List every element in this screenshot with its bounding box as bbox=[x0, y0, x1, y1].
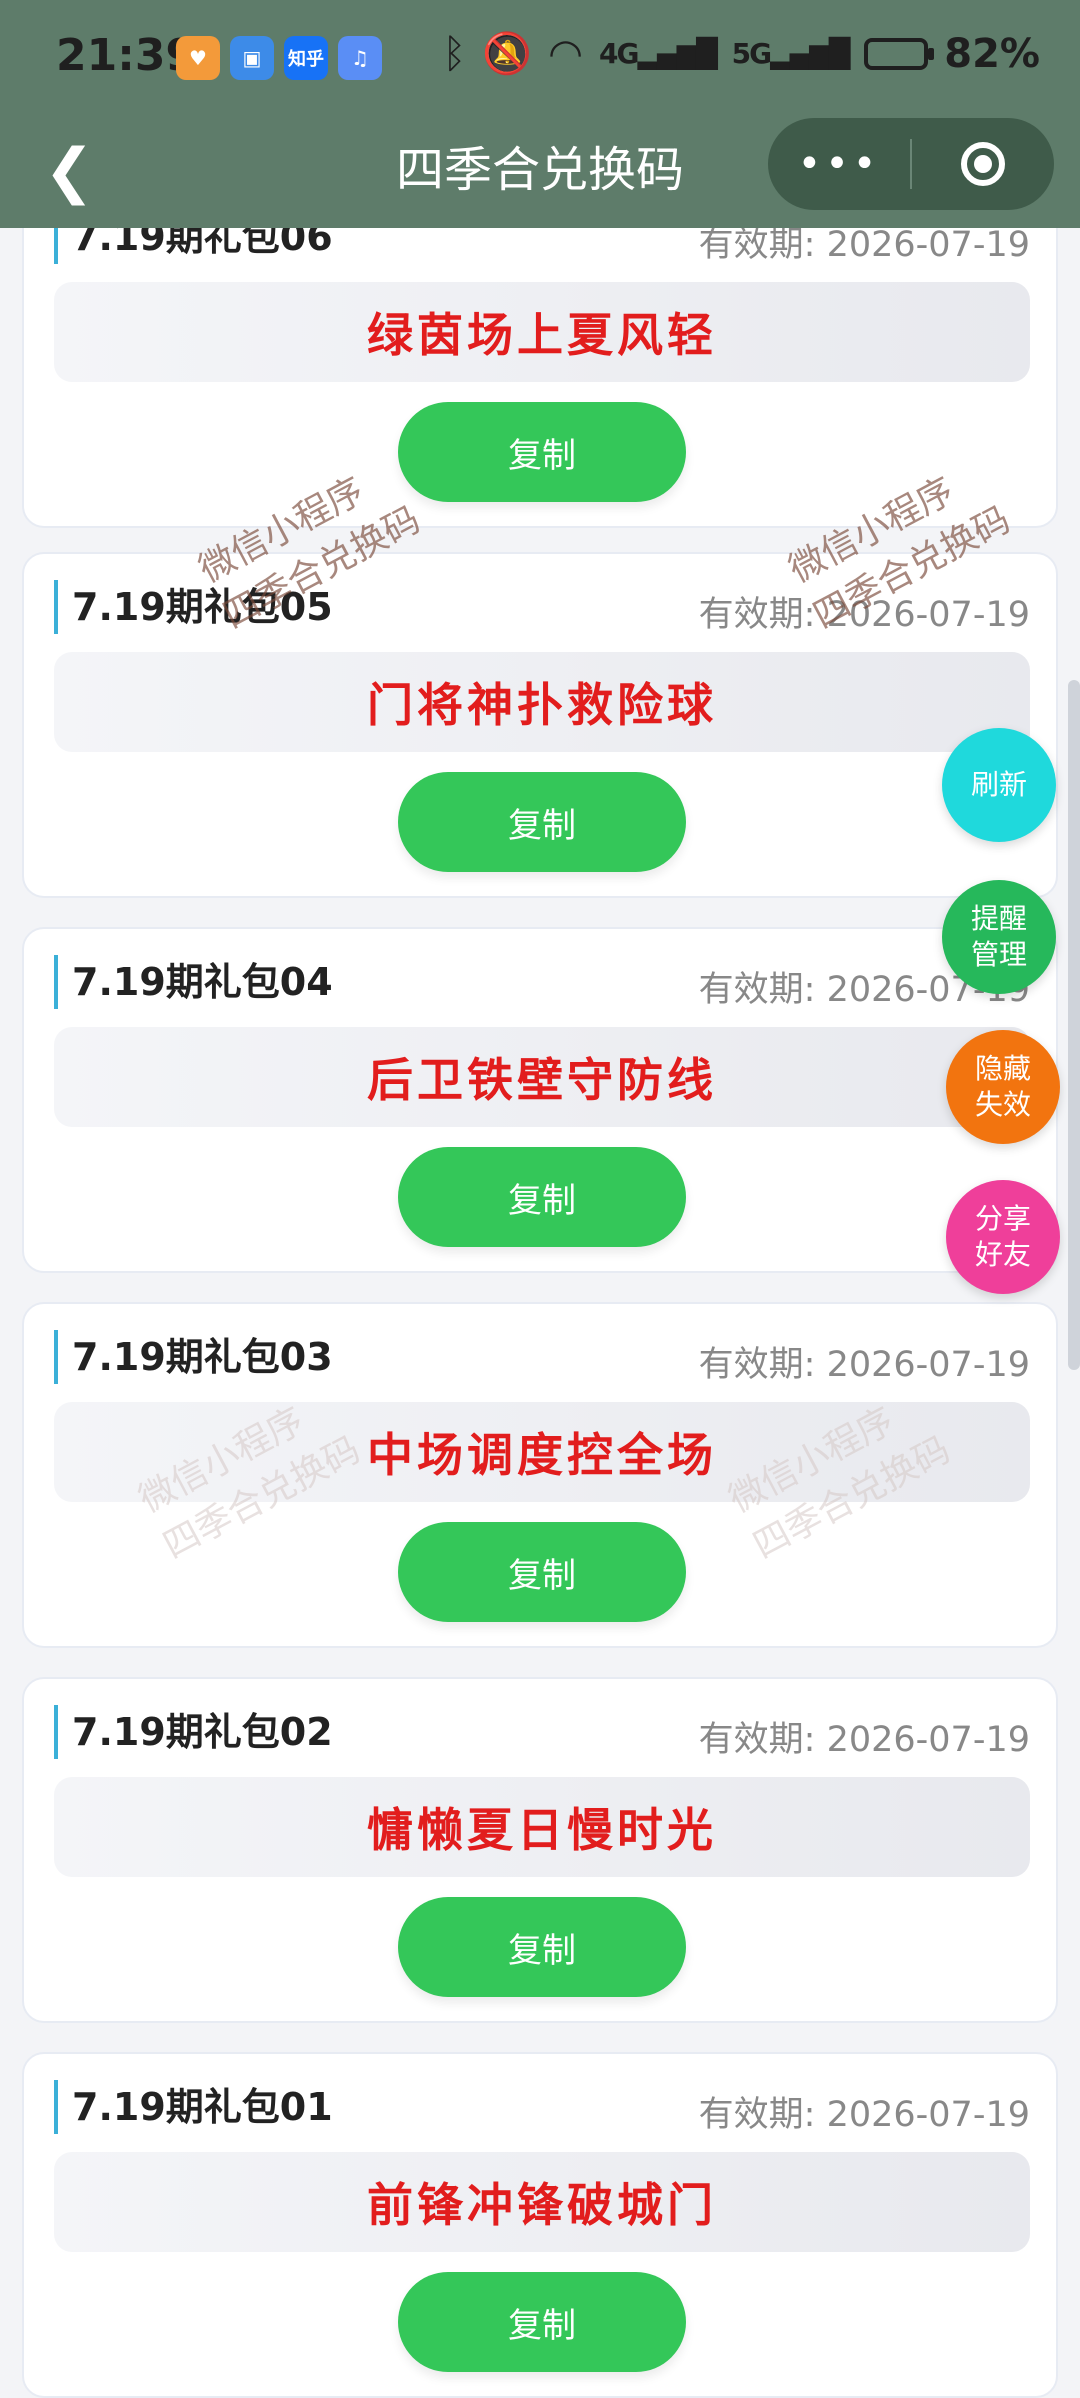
card-header: 7.19期礼包02 有效期: 2026-07-19 bbox=[54, 1705, 1030, 1761]
title-bar: ❮ 四季合兑换码 ••• bbox=[0, 118, 1080, 228]
redeem-code: 慵懒夏日慢时光 bbox=[367, 1803, 717, 1857]
copy-button[interactable]: 复制 bbox=[398, 402, 686, 502]
battery-percent: 82% bbox=[944, 30, 1040, 77]
redeem-code: 前锋冲锋破城门 bbox=[367, 2178, 717, 2232]
card-title: 7.19期礼包02 bbox=[54, 1705, 333, 1759]
code-box: 中场调度控全场 bbox=[54, 1402, 1030, 1502]
code-box: 前锋冲锋破城门 bbox=[54, 2152, 1030, 2252]
code-card-02: 7.19期礼包02 有效期: 2026-07-19 慵懒夏日慢时光 复制 bbox=[22, 1677, 1058, 2023]
card-title: 7.19期礼包04 bbox=[54, 955, 333, 1009]
code-card-03: 7.19期礼包03 有效期: 2026-07-19 中场调度控全场 复制 bbox=[22, 1302, 1058, 1648]
copy-button[interactable]: 复制 bbox=[398, 1522, 686, 1622]
copy-button[interactable]: 复制 bbox=[398, 1147, 686, 1247]
redeem-code: 门将神扑救险球 bbox=[367, 678, 717, 732]
signal-5g-icon: 5G▂▄▆█ bbox=[731, 37, 851, 70]
scrollbar[interactable] bbox=[1068, 680, 1080, 1370]
copy-button[interactable]: 复制 bbox=[398, 1897, 686, 1997]
miniprogram-capsule: ••• bbox=[768, 118, 1054, 210]
status-bar: 21:39 ♥ ▣ 知乎 ♫ ᛒ 🔕 ◠ 4G▂▄▆█ 5G▂▄▆█ 82% bbox=[0, 0, 1080, 118]
code-card-05: 7.19期礼包05 有效期: 2026-07-19 门将神扑救险球 复制 bbox=[22, 552, 1058, 898]
code-card-04: 7.19期礼包04 有效期: 2026-07-19 后卫铁壁守防线 复制 bbox=[22, 927, 1058, 1273]
refresh-button[interactable]: 刷新 bbox=[942, 728, 1056, 842]
bluetooth-icon: ᛒ bbox=[442, 30, 467, 77]
close-miniprogram-button[interactable] bbox=[912, 142, 1054, 186]
signal-4g-icon: 4G▂▄▆█ bbox=[599, 37, 718, 70]
copy-button[interactable]: 复制 bbox=[398, 772, 686, 872]
code-card-01: 7.19期礼包01 有效期: 2026-07-19 前锋冲锋破城门 复制 bbox=[22, 2052, 1058, 2398]
music-app-icon: ♫ bbox=[338, 36, 382, 80]
code-box: 门将神扑救险球 bbox=[54, 652, 1030, 752]
card-validity: 有效期: 2026-07-19 bbox=[698, 1345, 1030, 1385]
redeem-code: 后卫铁壁守防线 bbox=[367, 1053, 717, 1107]
reminder-manage-button[interactable]: 提醒 管理 bbox=[942, 880, 1056, 994]
code-card-06: 7.19期礼包06 有效期: 2026-07-19 绿茵场上夏风轻 复制 bbox=[22, 182, 1058, 528]
card-validity: 有效期: 2026-07-19 bbox=[698, 595, 1030, 635]
target-circle-icon bbox=[960, 142, 1005, 186]
share-friend-button[interactable]: 分享 好友 bbox=[946, 1180, 1060, 1294]
top-bar: 21:39 ♥ ▣ 知乎 ♫ ᛒ 🔕 ◠ 4G▂▄▆█ 5G▂▄▆█ 82% ❮… bbox=[0, 0, 1080, 228]
card-header: 7.19期礼包04 有效期: 2026-07-19 bbox=[54, 955, 1030, 1011]
redeem-code: 绿茵场上夏风轻 bbox=[367, 308, 717, 362]
card-header: 7.19期礼包03 有效期: 2026-07-19 bbox=[54, 1330, 1030, 1386]
hide-expired-button[interactable]: 隐藏 失效 bbox=[946, 1030, 1060, 1144]
heart-app-icon: ♥ bbox=[176, 36, 220, 80]
code-box: 绿茵场上夏风轻 bbox=[54, 282, 1030, 382]
card-validity: 有效期: 2026-07-19 bbox=[698, 1720, 1030, 1760]
notification-icons: ♥ ▣ 知乎 ♫ bbox=[176, 36, 382, 80]
card-header: 7.19期礼包05 有效期: 2026-07-19 bbox=[54, 580, 1030, 636]
redeem-code: 中场调度控全场 bbox=[367, 1428, 717, 1482]
card-header: 7.19期礼包01 有效期: 2026-07-19 bbox=[54, 2080, 1030, 2136]
battery-icon bbox=[864, 37, 935, 70]
zhihu-app-icon: 知乎 bbox=[284, 36, 328, 80]
card-validity: 有效期: 2026-07-19 bbox=[698, 2095, 1030, 2135]
card-app-icon: ▣ bbox=[230, 36, 274, 80]
card-title: 7.19期礼包01 bbox=[54, 2080, 333, 2134]
card-title: 7.19期礼包03 bbox=[54, 1330, 333, 1384]
card-title: 7.19期礼包05 bbox=[54, 580, 333, 634]
code-box: 慵懒夏日慢时光 bbox=[54, 1777, 1030, 1877]
status-right: ᛒ 🔕 ◠ 4G▂▄▆█ 5G▂▄▆█ 82% bbox=[442, 30, 1040, 78]
wifi-icon: ◠ bbox=[548, 30, 584, 77]
code-box: 后卫铁壁守防线 bbox=[54, 1027, 1030, 1127]
copy-button[interactable]: 复制 bbox=[398, 2272, 686, 2372]
more-menu-icon[interactable]: ••• bbox=[768, 141, 910, 187]
mute-bell-icon: 🔕 bbox=[482, 31, 533, 77]
